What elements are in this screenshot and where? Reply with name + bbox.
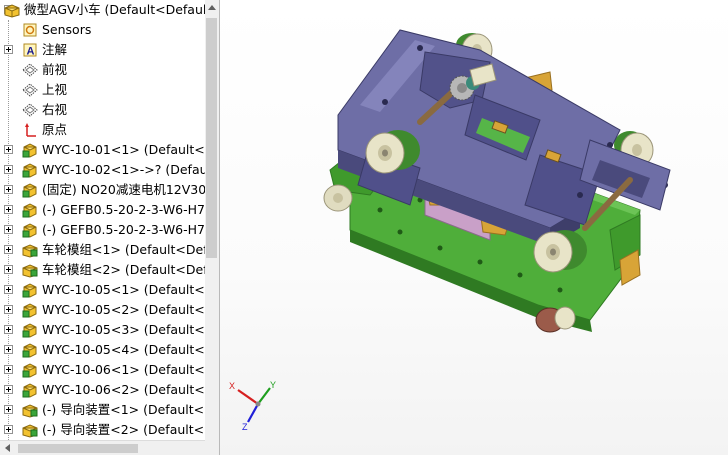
tree-item[interactable]: (-) 导向装置<1> (Default<De	[0, 400, 205, 420]
expand-plus-icon[interactable]	[4, 225, 13, 234]
expand-plus-icon[interactable]	[4, 165, 13, 174]
triad-z-label: Z	[242, 422, 248, 432]
tree-item-label: WYC-10-05<3> (Default<<D	[42, 322, 205, 337]
tree-item-label: 原点	[42, 122, 68, 137]
svg-text:A: A	[27, 46, 35, 58]
subassembly-icon	[22, 422, 38, 438]
scroll-thumb[interactable]	[206, 18, 217, 258]
tree-item[interactable]: A 注解	[0, 40, 205, 60]
tree-item[interactable]: 原点	[0, 120, 205, 140]
triad-y-label: Y	[270, 380, 276, 390]
tree-item[interactable]: WYC-10-05<1> (Default<<D	[0, 280, 205, 300]
tree-item[interactable]: WYC-10-05<2> (Default<<D	[0, 300, 205, 320]
expand-plus-icon[interactable]	[4, 325, 13, 334]
tree-item-label: 上视	[42, 82, 68, 97]
tree-item[interactable]: 微型AGV小车 (Default<Default_	[0, 0, 205, 20]
tree-item[interactable]: 右视	[0, 100, 205, 120]
sensors-icon	[22, 22, 38, 38]
tree-item[interactable]: WYC-10-06<2> (Default<<D	[0, 380, 205, 400]
tree-item-label: WYC-10-05<2> (Default<<D	[42, 302, 205, 317]
part-icon	[22, 202, 38, 218]
subassembly-icon	[22, 242, 38, 258]
part-icon	[22, 362, 38, 378]
tree-item[interactable]: Sensors	[0, 20, 205, 40]
tree-item[interactable]: 上视	[0, 80, 205, 100]
tree-item[interactable]: 车轮模组<2> (Default<Defau	[0, 260, 205, 280]
tree-item-label: 右视	[42, 102, 68, 117]
tree-item[interactable]: WYC-10-06<1> (Default<<D	[0, 360, 205, 380]
expand-plus-icon[interactable]	[4, 405, 13, 414]
triad-x-label: X	[229, 381, 235, 391]
expand-plus-icon[interactable]	[4, 285, 13, 294]
tree-item[interactable]: 前视	[0, 60, 205, 80]
tree-item-label: 注解	[42, 42, 68, 57]
feature-manager-tree[interactable]: 微型AGV小车 (Default<Default_ Sensors A 注解前视上视右…	[0, 0, 220, 455]
tree-item-label: WYC-10-01<1> (Default<<D	[42, 142, 205, 157]
horizontal-scrollbar[interactable]	[0, 440, 205, 455]
caster-front-right	[535, 306, 576, 333]
expand-plus-icon[interactable]	[4, 345, 13, 354]
tree-item-label: 车轮模组<2> (Default<Defau	[42, 262, 205, 277]
expand-plus-icon[interactable]	[4, 185, 13, 194]
tree-item[interactable]: WYC-10-02<1>->? (Default	[0, 160, 205, 180]
subassembly-icon	[22, 262, 38, 278]
tree-item-label: WYC-10-06<2> (Default<<D	[42, 382, 205, 397]
agv-model-svg[interactable]: X Y Z	[220, 0, 728, 455]
coordinate-triad: X Y Z	[229, 380, 276, 432]
part-icon	[22, 322, 38, 338]
tree-item-label: (固定) NO20减速电机12V300	[42, 182, 205, 197]
tree-item-label: 车轮模组<1> (Default<Defau	[42, 242, 205, 257]
plane-icon	[22, 102, 38, 118]
tree-item-label: WYC-10-02<1>->? (Default	[42, 162, 205, 177]
tree-item-label: Sensors	[42, 22, 92, 37]
tree-item-label: 前视	[42, 62, 68, 77]
tree-item-label: WYC-10-05<1> (Default<<D	[42, 282, 205, 297]
plane-icon	[22, 82, 38, 98]
expand-plus-icon[interactable]	[4, 265, 13, 274]
vertical-scrollbar[interactable]	[205, 0, 219, 455]
tree-item-label: (-) 导向装置<1> (Default<De	[42, 402, 205, 417]
tree-item[interactable]: (-) 导向装置<2> (Default<De	[0, 420, 205, 440]
tree-item[interactable]: WYC-10-05<3> (Default<<D	[0, 320, 205, 340]
tree-item-label: (-) GEFB0.5-20-2-3-W6-H7<	[42, 222, 205, 237]
scroll-left-arrow-icon[interactable]	[5, 444, 10, 452]
plane-icon	[22, 62, 38, 78]
caster-rear-left	[323, 184, 353, 212]
expand-plus-icon[interactable]	[4, 305, 13, 314]
part-icon	[22, 182, 38, 198]
part-icon	[22, 302, 38, 318]
horizontal-scroll-thumb[interactable]	[18, 444, 138, 453]
tree-item[interactable]: WYC-10-01<1> (Default<<D	[0, 140, 205, 160]
tree-item-label: (-) 导向装置<2> (Default<De	[42, 422, 205, 437]
part-icon	[22, 142, 38, 158]
part-icon	[22, 222, 38, 238]
tree-item-label: WYC-10-05<4> (Default<<D	[42, 342, 205, 357]
tree-item-label: WYC-10-06<1> (Default<<D	[42, 362, 205, 377]
tree-item-label: 微型AGV小车 (Default<Default_	[24, 2, 205, 17]
annotations-icon: A	[22, 42, 38, 58]
tree-item[interactable]: (固定) NO20减速电机12V300	[0, 180, 205, 200]
part-icon	[22, 382, 38, 398]
part-icon	[22, 162, 38, 178]
expand-plus-icon[interactable]	[4, 245, 13, 254]
tree-item[interactable]: WYC-10-05<4> (Default<<D	[0, 340, 205, 360]
expand-plus-icon[interactable]	[4, 385, 13, 394]
assembly-icon	[4, 2, 20, 18]
expand-plus-icon[interactable]	[4, 205, 13, 214]
expand-plus-icon[interactable]	[4, 145, 13, 154]
tree-item[interactable]: (-) GEFB0.5-20-2-3-W6-H7<	[0, 220, 205, 240]
part-icon	[22, 342, 38, 358]
expand-plus-icon[interactable]	[4, 365, 13, 374]
expand-plus-icon[interactable]	[4, 45, 13, 54]
expand-plus-icon[interactable]	[4, 425, 13, 434]
scroll-up-arrow-icon[interactable]	[208, 5, 216, 10]
tree-item-label: (-) GEFB0.5-20-2-3-W6-H7<	[42, 202, 205, 217]
subassembly-icon	[22, 402, 38, 418]
tree-item[interactable]: 车轮模组<1> (Default<Defau	[0, 240, 205, 260]
part-icon	[22, 282, 38, 298]
origin-icon	[22, 122, 38, 138]
graphics-viewport[interactable]: X Y Z	[220, 0, 728, 455]
tree-item[interactable]: (-) GEFB0.5-20-2-3-W6-H7<	[0, 200, 205, 220]
